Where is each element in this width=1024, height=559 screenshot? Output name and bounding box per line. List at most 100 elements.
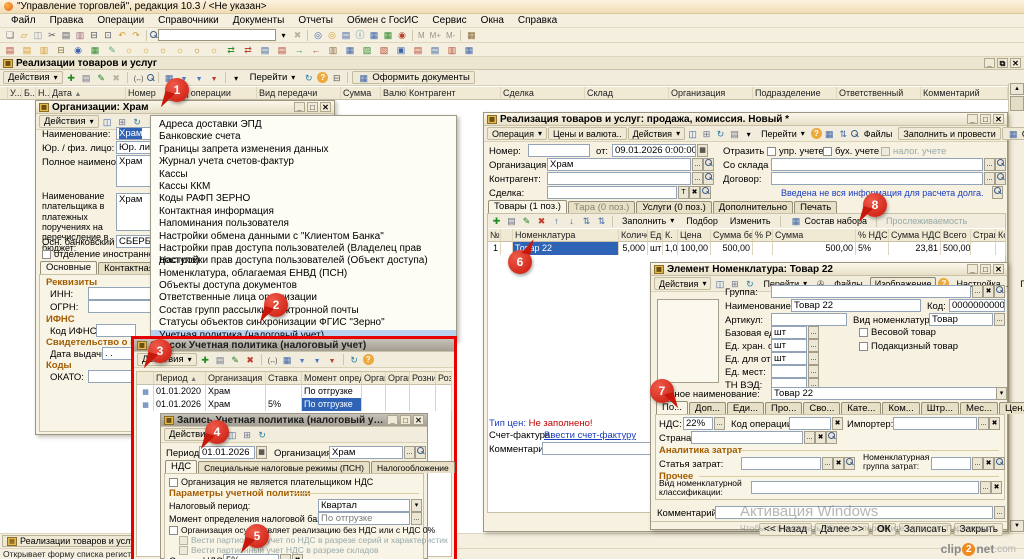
- col-u[interactable]: У...: [8, 87, 22, 100]
- prices-currency-button[interactable]: Цены и валюта..: [547, 127, 627, 140]
- make-documents-button[interactable]: Оформить документы: [352, 71, 475, 84]
- maximize-icon[interactable]: □: [980, 264, 991, 274]
- memory-mplus-button[interactable]: М+: [428, 31, 443, 40]
- opcode-clear-icon[interactable]: ✖: [832, 417, 843, 430]
- price-table-icon[interactable]: ▦: [88, 44, 102, 56]
- tab-special-modes[interactable]: Специальные налоговые режимы (ПСН): [198, 461, 370, 473]
- date-field[interactable]: 09.01.2026 0:00:00: [612, 144, 696, 157]
- edit-row-icon[interactable]: [520, 215, 533, 227]
- delete-row-icon[interactable]: [535, 215, 548, 227]
- full-name-dropdown-icon[interactable]: ▾: [996, 387, 1007, 400]
- report-icon-1[interactable]: ▧: [360, 44, 374, 56]
- kind-select-button[interactable]: ...: [994, 313, 1005, 326]
- find-in-list-icon[interactable]: [146, 73, 154, 82]
- redo-icon[interactable]: ↷: [129, 29, 143, 41]
- comment-select-button[interactable]: ...: [994, 506, 1005, 519]
- col-total[interactable]: Всего: [941, 229, 971, 242]
- classification-clear-icon[interactable]: ✖: [991, 481, 1002, 494]
- copy-icon[interactable]: [214, 354, 227, 366]
- article-field[interactable]: [771, 313, 847, 326]
- actions-button[interactable]: Действия: [654, 277, 712, 290]
- print-button[interactable]: Печать: [1015, 277, 1024, 290]
- copy-icon[interactable]: [728, 128, 741, 140]
- importer-clear-icon[interactable]: ✖: [989, 417, 1000, 430]
- next-button[interactable]: Далее >>: [815, 523, 869, 536]
- more-icon[interactable]: [230, 72, 243, 84]
- menu-item-invoice-journal[interactable]: Журнал учета счетов-фактур: [151, 156, 456, 168]
- delete-icon[interactable]: [244, 354, 257, 366]
- search-dropdown-icon[interactable]: [277, 29, 290, 41]
- organization-select-button[interactable]: ...: [692, 158, 703, 171]
- inventory-doc-icon[interactable]: ▦: [343, 44, 357, 56]
- vat-rate-clear-icon[interactable]: ✖: [292, 554, 303, 559]
- save-icon[interactable]: [101, 116, 114, 128]
- more-icon[interactable]: [742, 128, 755, 140]
- menu-item-responsible-persons[interactable]: Ответственные лица организации: [151, 292, 456, 304]
- warehouse-lookup-icon[interactable]: [995, 158, 1006, 171]
- return-doc-icon[interactable]: ←: [309, 44, 323, 56]
- cash-icon-6[interactable]: ☼: [207, 44, 221, 56]
- reread-icon[interactable]: [116, 116, 129, 128]
- group-clear-icon[interactable]: ✖: [983, 285, 994, 298]
- deal-lookup-icon[interactable]: [700, 186, 711, 199]
- delete-icon[interactable]: [110, 72, 123, 84]
- menu-file[interactable]: Файл: [4, 14, 43, 27]
- menu-item-envd-nomenclature[interactable]: Номенклатура, облагаемая ЕНВД (ПСН): [151, 268, 456, 280]
- menu-edit[interactable]: Правка: [43, 14, 91, 27]
- not-vat-payer-checkbox[interactable]: Организация не является плательщиком НДС: [169, 477, 373, 487]
- menu-item-data-change-limits[interactable]: Границы запрета изменения данных: [151, 144, 456, 156]
- journal-extra-icon-3[interactable]: ▥: [445, 44, 459, 56]
- col-price[interactable]: Цена: [678, 229, 711, 242]
- base-unit-field[interactable]: шт: [771, 326, 807, 339]
- sort-asc-icon[interactable]: [580, 215, 593, 227]
- scroll-down-icon[interactable]: ▼: [1010, 520, 1024, 532]
- menu-operations[interactable]: Операции: [90, 14, 151, 27]
- weight-goods-checkbox[interactable]: Весовой товар: [859, 327, 936, 338]
- report-unit-select-button[interactable]: ...: [808, 352, 819, 365]
- calculator-icon[interactable]: ▦: [464, 29, 478, 41]
- tab-main[interactable]: Основные: [40, 261, 98, 274]
- journal-extra-icon-4[interactable]: ▦: [462, 44, 476, 56]
- period-calendar-icon[interactable]: ▦: [256, 446, 267, 459]
- nom-group-field[interactable]: [931, 457, 971, 470]
- no-vat-sales-checkbox[interactable]: Организация осуществляет реализацию без …: [169, 525, 435, 535]
- cash-icon-1[interactable]: ☼: [122, 44, 136, 56]
- save-icon[interactable]: ◫: [31, 29, 45, 41]
- users-icon[interactable]: ◉: [395, 29, 409, 41]
- copy-row-icon[interactable]: [505, 215, 518, 227]
- deal-field[interactable]: [547, 186, 677, 199]
- tab-services[interactable]: Услуги (0 поз.): [636, 201, 712, 213]
- close-icon[interactable]: ✕: [413, 415, 424, 425]
- date-range-icon[interactable]: [132, 72, 145, 84]
- col-contractor[interactable]: Контрагент: [407, 87, 501, 100]
- col-marker[interactable]: [501, 229, 513, 242]
- list-settings-icon[interactable]: [281, 354, 294, 366]
- window-table-icon[interactable]: ▦: [367, 29, 381, 41]
- col-sum-no-discount[interactable]: Сумма без с...: [711, 229, 753, 242]
- tab-goods[interactable]: Товары (1 поз.): [488, 200, 567, 213]
- tab-print[interactable]: Печать: [794, 201, 838, 213]
- tax-base-moment-field[interactable]: По отгрузке: [318, 512, 410, 525]
- tab-categories[interactable]: Кате...: [841, 402, 882, 414]
- ok-button[interactable]: ОК: [871, 523, 896, 536]
- tab-places[interactable]: Мес...: [959, 402, 998, 414]
- goto-button[interactable]: Перейти: [756, 127, 810, 140]
- vat-rate-select-button[interactable]: ...: [280, 554, 291, 559]
- actions-button[interactable]: Действия: [627, 127, 686, 140]
- reread-icon[interactable]: [714, 128, 727, 140]
- report-icon-2[interactable]: ▧: [377, 44, 391, 56]
- group-field[interactable]: [771, 285, 971, 298]
- fill-button[interactable]: Заполнить: [617, 215, 679, 228]
- doc-journal-icon-1[interactable]: ▤: [3, 44, 17, 56]
- stock-unit-field[interactable]: шт: [771, 339, 807, 352]
- cash-icon-3[interactable]: ☼: [156, 44, 170, 56]
- fill-and-post-button[interactable]: Заполнить и провести: [898, 127, 1001, 140]
- find-icon[interactable]: ◎: [311, 29, 325, 41]
- close-icon[interactable]: ✕: [1010, 58, 1021, 68]
- country-field[interactable]: [691, 431, 803, 444]
- col-period[interactable]: Период ▲: [154, 372, 206, 385]
- tab-tare[interactable]: Тара (0 поз.): [567, 201, 636, 213]
- add-icon[interactable]: [65, 72, 78, 84]
- help-icon[interactable]: [810, 128, 822, 139]
- goto-button[interactable]: Перейти: [245, 71, 301, 84]
